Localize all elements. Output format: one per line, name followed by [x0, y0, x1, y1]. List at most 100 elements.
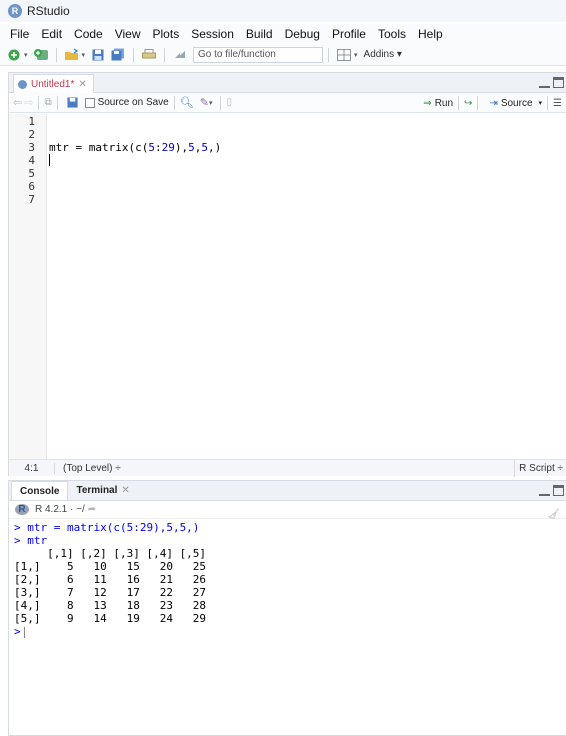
back-arrow-icon[interactable]: ⇦: [13, 96, 22, 109]
source-label: Source: [500, 97, 533, 109]
code-tools-wand-icon[interactable]: ✎: [200, 96, 209, 109]
source-caret-icon[interactable]: ▾: [539, 99, 543, 107]
toolbar-divider: [458, 96, 460, 110]
console-output-line: [5,] 9 14 19 24 29: [14, 612, 207, 625]
new-project-icon[interactable]: [33, 47, 49, 63]
console-pane-controls: [539, 485, 564, 496]
tab-label: Untitled1*: [31, 78, 75, 90]
save-all-icon[interactable]: [110, 47, 126, 63]
editor-toolbar: ⇦ ⇨ ⧉ Source on Save 🔍︎ ✎ ▾ ▯ ⇒ Run ↪ ⇥ …: [9, 93, 566, 113]
goto-arrow-icon: [172, 47, 188, 63]
code-editor[interactable]: 1 2 3 4 5 6 7 mtr = matrix(c(5:29),5,5,): [9, 114, 566, 459]
close-terminal-icon[interactable]: ✕: [121, 485, 129, 496]
console-output-line: [,1] [,2] [,3] [,4] [,5]: [14, 547, 207, 560]
new-file-caret-icon[interactable]: ▾: [24, 51, 28, 59]
rerun-icon[interactable]: ↪: [464, 98, 472, 109]
console-pane: Console Terminal ✕ R R 4.2.1 · ~/ ➦ 🧹︎ >…: [8, 480, 566, 736]
menu-file[interactable]: File: [4, 27, 35, 41]
maximize-pane-icon[interactable]: [553, 485, 564, 496]
save-document-icon[interactable]: [65, 95, 81, 111]
code-number: 5: [188, 141, 195, 154]
console-header: R R 4.2.1 · ~/ ➦: [9, 501, 566, 519]
toolbar-divider: [477, 96, 479, 110]
menu-session[interactable]: Session: [185, 27, 240, 41]
open-file-icon[interactable]: [64, 47, 80, 63]
code-tools-caret-icon[interactable]: ▾: [209, 99, 213, 107]
tab-untitled1[interactable]: Untitled1* ✕: [13, 74, 94, 93]
line-number: 7: [28, 193, 35, 206]
source-editor-pane: Untitled1* ✕ ⇦ ⇨ ⧉ Source on Save 🔍︎ ✎ ▾…: [8, 72, 566, 477]
code-token: ),: [174, 141, 189, 154]
title-bar: R RStudio: [0, 0, 566, 22]
forward-arrow-icon[interactable]: ⇨: [24, 96, 33, 109]
cursor-position: 4:1: [9, 462, 55, 474]
source-on-save-checkbox[interactable]: [84, 97, 95, 108]
workspace-panes-icon[interactable]: [336, 47, 352, 63]
console-output-line: [3,] 7 12 17 22 27: [14, 586, 207, 599]
menu-tools[interactable]: Tools: [372, 27, 412, 41]
addins-label: Addins: [363, 49, 395, 60]
code-number: 5: [148, 141, 155, 154]
r-version-label: R 4.2.1 · ~/: [35, 504, 85, 515]
editor-tab-bar: Untitled1* ✕: [9, 73, 566, 93]
minimize-pane-icon[interactable]: [539, 485, 550, 496]
source-on-save-label: Source on Save: [97, 97, 169, 108]
console-output-line: [2,] 6 11 16 21 26: [14, 573, 207, 586]
toolbar-divider: [56, 95, 58, 110]
code-line: mtr = matrix(c(5:29),5,5,): [49, 141, 221, 154]
tab-terminal[interactable]: Terminal ✕: [68, 481, 137, 500]
compile-report-icon[interactable]: ▯: [226, 97, 232, 108]
workspace-panes-caret-icon[interactable]: ▾: [354, 51, 358, 59]
menu-view[interactable]: View: [109, 27, 147, 41]
menu-edit[interactable]: Edit: [35, 27, 68, 41]
close-tab-icon[interactable]: ✕: [78, 79, 86, 90]
toolbar-divider: [133, 47, 135, 62]
source-button[interactable]: ⇥ Source ▾: [489, 98, 542, 109]
source-arrow-icon: ⇥: [489, 97, 498, 109]
menu-help[interactable]: Help: [412, 27, 449, 41]
menu-profile[interactable]: Profile: [326, 27, 372, 41]
line-number: 1: [28, 115, 35, 128]
line-number: 6: [28, 180, 35, 193]
file-type-selector[interactable]: R Script ÷: [514, 459, 566, 477]
print-icon[interactable]: [141, 47, 157, 63]
console-prompt-line[interactable]: >: [9, 625, 566, 638]
rstudio-logo-icon: R: [8, 4, 22, 18]
code-number: 29: [161, 141, 175, 154]
search-icon[interactable]: 🔍︎: [180, 96, 194, 109]
console-output[interactable]: > mtr = matrix(c(5:29),5,5,) > mtr [,1] …: [9, 521, 566, 638]
menu-build[interactable]: Build: [240, 27, 279, 41]
console-tab-bar: Console Terminal ✕: [9, 481, 566, 501]
new-file-icon[interactable]: [6, 47, 22, 63]
window-title: RStudio: [27, 4, 70, 18]
run-label: Run: [434, 97, 454, 109]
document-outline-icon[interactable]: ☰: [553, 98, 562, 109]
clear-console-icon[interactable]: 🧹︎: [547, 509, 560, 520]
run-button[interactable]: ⇒ Run: [423, 98, 453, 109]
menu-code[interactable]: Code: [68, 27, 109, 41]
editor-pane-controls: [539, 77, 564, 88]
text-cursor: [49, 154, 50, 166]
addins-menu[interactable]: Addins ▾: [364, 49, 402, 60]
goto-file-input[interactable]: Go to file/function: [193, 46, 324, 63]
menu-debug[interactable]: Debug: [279, 27, 326, 41]
line-number-gutter: 1 2 3 4 5 6 7: [9, 114, 47, 459]
toolbar-divider: [164, 47, 166, 62]
console-cursor: [23, 626, 25, 638]
open-file-caret-icon[interactable]: ▾: [82, 51, 86, 59]
goto-dir-icon[interactable]: ➦: [88, 504, 96, 515]
minimize-pane-icon[interactable]: [539, 77, 550, 88]
save-icon[interactable]: [90, 47, 106, 63]
show-in-window-icon[interactable]: ⧉: [44, 97, 51, 108]
main-toolbar: ▾ ▾ Go to file/function ▾ Addins ▾: [0, 44, 566, 66]
toolbar-divider: [38, 95, 40, 110]
menu-plots[interactable]: Plots: [147, 27, 186, 41]
tab-console[interactable]: Console: [11, 481, 69, 500]
line-number: 5: [28, 167, 35, 180]
scope-selector[interactable]: (Top Level) ÷: [55, 463, 121, 474]
toolbar-divider: [173, 95, 175, 110]
r-file-icon: [18, 79, 27, 89]
line-number: 2: [28, 128, 35, 141]
maximize-pane-icon[interactable]: [553, 77, 564, 88]
toolbar-divider: [547, 96, 549, 110]
